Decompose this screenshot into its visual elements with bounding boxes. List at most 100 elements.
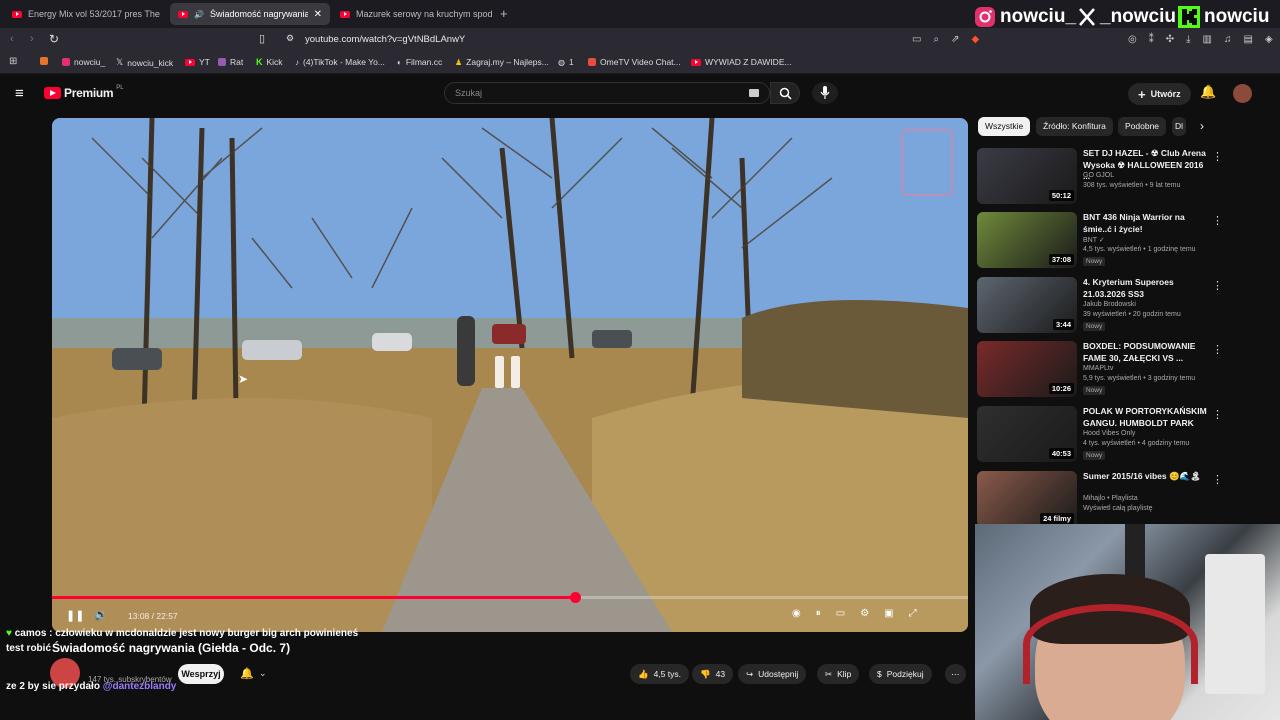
cast-icon[interactable]: ▭ (912, 34, 921, 45)
avatar[interactable] (1233, 84, 1252, 103)
support-button[interactable]: Wesprzyj (178, 664, 224, 684)
bookmark-item[interactable]: nowciu_ (62, 57, 105, 67)
chevron-down-icon[interactable]: ⌄ (259, 668, 267, 679)
video-thumbnail[interactable]: 37:08 (977, 212, 1077, 268)
recommendation-title[interactable]: BOXDEL: PODSUMOWANIE FAME 30, ZAŁĘCKI VS… (1083, 341, 1209, 364)
more-vertical-icon[interactable]: ⋮ (1212, 214, 1223, 227)
bookmark-icon[interactable]: ▯ (259, 32, 265, 45)
autoplay-icon[interactable]: ◉ (792, 608, 801, 619)
more-vertical-icon[interactable]: ⋮ (1212, 473, 1223, 486)
chip-related[interactable]: Podobne (1118, 117, 1167, 136)
search-button[interactable] (770, 82, 800, 104)
new-tab-icon[interactable]: + (500, 6, 508, 21)
video-thumbnail[interactable]: 24 filmy (977, 471, 1077, 527)
recommendation-item[interactable]: 37:08 BNT 436 Ninja Warrior na śmie..ć i … (977, 212, 1223, 270)
chip-more[interactable]: Dl (1172, 117, 1186, 136)
vpn-icon[interactable]: ◈ (1265, 34, 1273, 45)
puzzle-icon[interactable]: ✣ (1166, 34, 1174, 45)
fullscreen-icon[interactable]: ⤢ (909, 608, 917, 619)
bookmark-item[interactable]: ◍ 1 (558, 57, 574, 67)
back-icon[interactable]: ‹ (10, 33, 14, 45)
wallet-icon[interactable]: ▤ (1244, 34, 1253, 45)
url-field[interactable]: youtube.com/watch?v=gVtNBdLAnwY (305, 34, 465, 45)
video-thumbnail[interactable]: 50:12 (977, 148, 1077, 204)
hamburger-menu-icon[interactable]: ≡ (15, 85, 24, 102)
bookmark-item[interactable] (40, 57, 48, 65)
bookmark-item[interactable]: ♪ (4)TikTok - Make Yo... (295, 57, 385, 67)
voice-search-button[interactable] (812, 82, 838, 104)
subtitles-icon[interactable]: ▭ (836, 608, 845, 619)
zoom-icon[interactable]: ⌕ (933, 34, 939, 45)
progress-scrubber[interactable] (570, 592, 582, 603)
share-button[interactable]: ↪ Udostępnij (738, 664, 807, 684)
recommendation-title[interactable]: POLAK W PORTORYKAŃSKIM GANGU. HUMBOLDT P… (1083, 406, 1209, 429)
bookmark-item[interactable]: WYWIAD Z DAWIDE... (691, 57, 792, 67)
bookmark-item[interactable]: OmeTV Video Chat... (588, 57, 681, 67)
bookmark-label: Zagraj.my – Najleps... (466, 57, 549, 67)
bookmark-item[interactable]: Rat (218, 57, 243, 67)
site-settings-icon[interactable]: ⚙ (286, 33, 294, 44)
chevron-right-icon[interactable]: › (1200, 119, 1204, 133)
more-vertical-icon[interactable]: ⋮ (1212, 279, 1223, 292)
theater-mode-icon[interactable]: ▣ (884, 608, 893, 619)
reload-icon[interactable]: ↻ (49, 32, 59, 46)
recommendation-item[interactable]: 10:26 BOXDEL: PODSUMOWANIE FAME 30, ZAŁĘC… (977, 341, 1223, 399)
recommendation-channel[interactable]: Hood Vibes Only (1083, 430, 1135, 437)
recommendation-title[interactable]: 4. Kryterium Superoes 21.03.2026 SS3 (1083, 277, 1209, 300)
youtube-logo[interactable]: Premium PL (44, 85, 124, 100)
dislike-button[interactable]: 👎 43 (692, 664, 734, 684)
recommendation-channel[interactable]: Mihajlo • Playlista (1083, 495, 1138, 502)
download-icon[interactable]: ⤓ (1186, 34, 1190, 45)
miniplayer-toggle-icon[interactable]: ⏸ (816, 608, 821, 619)
recommendation-channel[interactable]: BNT ✓ (1083, 236, 1105, 244)
recommendation-item[interactable]: 40:53 POLAK W PORTORYKAŃSKIM GANGU. HUMBO… (977, 406, 1223, 464)
like-button[interactable]: 👍 4,5 tys. (630, 664, 689, 684)
recommendation-title[interactable]: Sumer 2015/16 vibes 😊🌊🏝 (1083, 471, 1209, 483)
chip-all[interactable]: Wszystkie (978, 117, 1031, 136)
recommendation-item[interactable]: 3:44 4. Kryterium Superoes 21.03.2026 SS3… (977, 277, 1223, 335)
pause-button-icon[interactable]: ❚❚ (66, 609, 84, 622)
sidebar-icon[interactable]: ▥ (1203, 34, 1212, 45)
forward-icon[interactable]: › (30, 33, 34, 45)
notifications-bell-icon[interactable]: 🔔 (1200, 84, 1216, 100)
extension-icon[interactable]: ◎ (1128, 34, 1137, 45)
browser-tab[interactable]: Energy Mix vol 53/2017 pres The (4, 3, 168, 25)
recommendation-channel[interactable]: Jakub Brodowski (1083, 301, 1136, 308)
recommendation-item[interactable]: 24 filmy Sumer 2015/16 vibes 😊🌊🏝 Mihajlo •… (977, 471, 1223, 529)
recommendation-item[interactable]: 50:12 SET DJ HAZEL - ☢ Club Arena Wysoka … (977, 148, 1223, 206)
recommendation-title[interactable]: BNT 436 Ninja Warrior na śmie..ć i życie… (1083, 212, 1209, 235)
bookmark-item[interactable]: 𝕏nowciu_kick (116, 57, 173, 68)
apps-grid-icon[interactable]: ⊞ (9, 56, 17, 67)
bookmark-item[interactable]: ◐ Filman.cc (397, 57, 442, 67)
chip-source[interactable]: Źródło: Konfitura (1036, 117, 1113, 136)
bookmark-item[interactable]: K Kick (256, 57, 283, 67)
create-button[interactable]: + Utwórz (1128, 83, 1191, 105)
video-thumbnail[interactable]: 3:44 (977, 277, 1077, 333)
video-thumbnail[interactable]: 40:53 (977, 406, 1077, 462)
settings-gear-icon[interactable]: ⚙ (860, 608, 869, 619)
music-icon[interactable]: ♫ (1224, 34, 1232, 45)
recommendation-channel[interactable]: GO GJOL (1083, 172, 1114, 179)
subscribe-bell-icon[interactable]: 🔔 (240, 667, 254, 680)
search-input[interactable]: Szukaj (444, 82, 770, 104)
video-thumbnail[interactable]: 10:26 (977, 341, 1077, 397)
clip-button[interactable]: ✂ Klip (817, 664, 860, 684)
more-actions-button[interactable]: ⋯ (945, 664, 966, 684)
keyboard-icon[interactable] (749, 89, 759, 97)
extension-icon[interactable]: ⁑ (1149, 34, 1154, 45)
more-vertical-icon[interactable]: ⋮ (1212, 343, 1223, 356)
volume-icon[interactable]: 🔉 (94, 608, 108, 621)
close-tab-icon[interactable]: ✕ (314, 9, 322, 20)
bookmark-item[interactable]: YT (185, 57, 210, 67)
more-vertical-icon[interactable]: ⋮ (1212, 150, 1223, 163)
bookmark-item[interactable]: ♟ Zagraj.my – Najleps... (455, 57, 549, 67)
share-icon[interactable]: ⇗ (951, 34, 959, 45)
video-player[interactable]: ❚❚ 🔉 13:08 / 22:57 ◉ ⏸ ▭ ⚙ ▣ ⤢ (52, 118, 968, 632)
progress-bar[interactable] (52, 592, 968, 603)
brave-shield-icon[interactable]: ◆ (971, 34, 979, 45)
more-vertical-icon[interactable]: ⋮ (1212, 408, 1223, 421)
browser-tab-active[interactable]: 🔊 Świadomość nagrywania (Gie ✕ (170, 3, 330, 25)
thanks-button[interactable]: $ Podziękuj (869, 664, 932, 684)
browser-tab[interactable]: Mazurek serowy na kruchym spodzie (332, 3, 492, 25)
recommendation-channel[interactable]: MMAPLtv (1083, 365, 1113, 372)
